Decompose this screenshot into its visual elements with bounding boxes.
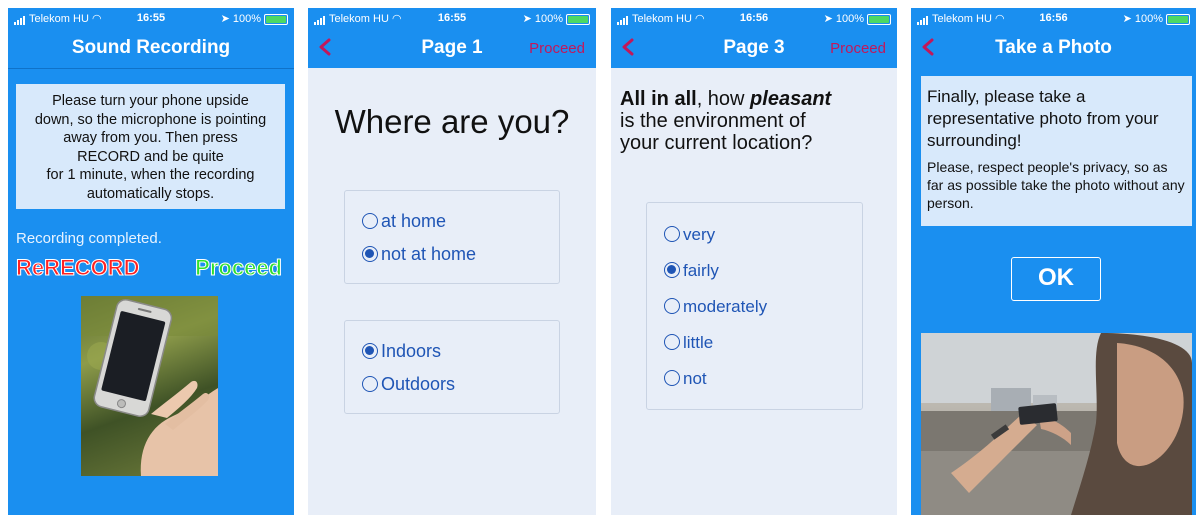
instruction-box: Finally, please take a representative ph… bbox=[921, 76, 1192, 226]
phone-in-hand-illustration bbox=[81, 296, 218, 476]
recording-status: Recording completed. bbox=[16, 230, 162, 247]
question-emphasis: All in all bbox=[620, 88, 697, 110]
radio-unchecked-icon bbox=[664, 226, 680, 242]
location-icon: ➤ bbox=[220, 13, 230, 25]
proceed-button[interactable]: Proceed bbox=[195, 255, 283, 281]
page-title: Take a Photo bbox=[995, 37, 1112, 58]
question-text: Where are you? bbox=[334, 103, 570, 140]
radio-option-moderately[interactable]: moderately bbox=[664, 297, 767, 317]
phone-photo bbox=[81, 296, 218, 476]
option-label: moderately bbox=[683, 297, 768, 316]
divider bbox=[8, 68, 294, 69]
proceed-button[interactable]: Proceed bbox=[529, 40, 585, 57]
indoor-outdoor-radio-group: Indoors Outdoors bbox=[344, 320, 560, 414]
navigation-bar: Sound Recording bbox=[8, 30, 294, 68]
radio-option-little[interactable]: little bbox=[664, 333, 713, 353]
instruction-box: Please turn your phone upside down, so t… bbox=[16, 84, 285, 209]
battery-icon bbox=[867, 13, 891, 25]
location-radio-group: at home not at home bbox=[344, 190, 560, 284]
option-label: not bbox=[683, 369, 707, 388]
status-bar: Telekom HU ◠ 16:56 ➤ 100% bbox=[611, 8, 897, 30]
screen-page-1: Telekom HU ◠ 16:55 ➤ 100% Page 1 Proceed… bbox=[308, 8, 596, 515]
instruction-line: away from you. Then press bbox=[63, 130, 238, 146]
radio-option-indoors[interactable]: Indoors bbox=[362, 341, 441, 362]
radio-option-not[interactable]: not bbox=[664, 369, 707, 389]
instruction-privacy-note: Please, respect people's privacy, so as … bbox=[927, 159, 1185, 211]
battery-percent: 100% bbox=[534, 13, 563, 25]
navigation-bar: Page 1 Proceed bbox=[308, 30, 596, 68]
radio-unchecked-icon bbox=[664, 334, 680, 350]
question-text: All in all, how pleasant is the environm… bbox=[620, 88, 832, 154]
radio-option-outdoors[interactable]: Outdoors bbox=[362, 374, 455, 395]
instruction-line: for 1 minute, when the recording bbox=[46, 167, 255, 183]
option-label: Outdoors bbox=[381, 374, 456, 394]
option-label: at home bbox=[381, 211, 447, 231]
radio-checked-icon bbox=[664, 262, 680, 278]
option-label: very bbox=[683, 225, 716, 244]
radio-unchecked-icon bbox=[362, 213, 378, 229]
person-taking-photo-illustration bbox=[921, 333, 1192, 515]
instruction-main: Finally, please take a representative ph… bbox=[927, 87, 1159, 150]
radio-unchecked-icon bbox=[664, 298, 680, 314]
location-icon: ➤ bbox=[823, 13, 833, 25]
location-icon: ➤ bbox=[1122, 13, 1132, 25]
pleasantness-radio-group: very fairly moderately little not bbox=[646, 202, 863, 410]
radio-checked-icon bbox=[362, 246, 378, 262]
rerecord-button[interactable]: ReRECORD bbox=[15, 255, 139, 281]
radio-option-very[interactable]: very bbox=[664, 225, 715, 245]
screen-take-photo: Telekom HU ◠ 16:56 ➤ 100% Take a Photo F… bbox=[911, 8, 1196, 515]
battery-percent: 100% bbox=[232, 13, 261, 25]
option-label: fairly bbox=[683, 261, 719, 280]
screen-page-3: Telekom HU ◠ 16:56 ➤ 100% Page 3 Proceed… bbox=[611, 8, 897, 515]
battery-percent: 100% bbox=[835, 13, 864, 25]
example-photo bbox=[921, 333, 1192, 515]
instruction-line: down, so the microphone is pointing bbox=[34, 111, 267, 128]
status-bar: Telekom HU ◠ 16:55 ➤ 100% bbox=[8, 8, 294, 30]
question-keyword: pleasant bbox=[750, 88, 832, 110]
radio-option-fairly[interactable]: fairly bbox=[664, 261, 719, 281]
ok-button[interactable]: OK bbox=[1011, 257, 1101, 301]
location-icon: ➤ bbox=[522, 13, 532, 25]
page-title: Sound Recording bbox=[71, 37, 231, 58]
option-label: Indoors bbox=[381, 341, 442, 361]
option-label: not at home bbox=[381, 244, 477, 264]
instruction-line: automatically stops. bbox=[86, 185, 215, 202]
radio-checked-icon bbox=[362, 343, 378, 359]
battery-percent: 100% bbox=[1134, 13, 1163, 25]
radio-option-not-at-home[interactable]: not at home bbox=[362, 244, 476, 265]
option-label: little bbox=[683, 333, 714, 352]
radio-option-at-home[interactable]: at home bbox=[362, 211, 446, 232]
instruction-line: Please turn your phone upside bbox=[52, 93, 249, 109]
battery-icon bbox=[566, 13, 590, 25]
instruction-line: RECORD and be quite bbox=[77, 148, 224, 165]
navigation-bar: Page 3 Proceed bbox=[611, 30, 897, 68]
status-bar: Telekom HU ◠ 16:55 ➤ 100% bbox=[308, 8, 596, 30]
navigation-bar: Take a Photo bbox=[911, 30, 1196, 68]
status-bar: Telekom HU ◠ 16:56 ➤ 100% bbox=[911, 8, 1196, 30]
radio-unchecked-icon bbox=[664, 370, 680, 386]
proceed-button[interactable]: Proceed bbox=[830, 40, 886, 57]
battery-icon bbox=[264, 13, 288, 25]
battery-icon bbox=[1166, 13, 1190, 25]
screen-sound-recording: Telekom HU ◠ 16:55 ➤ 100% Sound Recordin… bbox=[8, 8, 294, 515]
radio-unchecked-icon bbox=[362, 376, 378, 392]
